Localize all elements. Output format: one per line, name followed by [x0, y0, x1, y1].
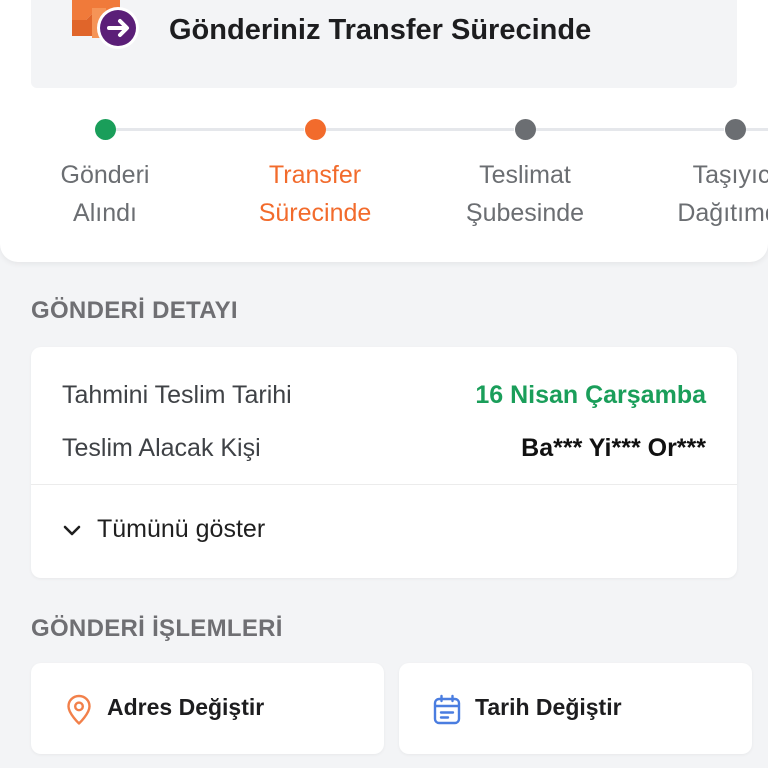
- divider: [31, 484, 737, 485]
- recipient-value: Ba*** Yi*** Or***: [521, 434, 706, 462]
- step-dot-received: [95, 119, 116, 140]
- step-dot-branch: [515, 119, 536, 140]
- step-label-line: Sürecinde: [258, 199, 372, 227]
- shipment-details-card: Tahmini Teslim Tarihi 16 Nisan Çarşamba …: [31, 347, 737, 578]
- step-label-line: Dağıtımda: [677, 199, 768, 227]
- step-label-line: Taşıyıcı: [692, 161, 768, 189]
- recipient-label: Teslim Alacak Kişi: [62, 434, 261, 462]
- track-connector: [326, 128, 514, 131]
- step-label-received: Gönderi Alındı: [0, 156, 210, 232]
- show-all-label: Tümünü göster: [97, 515, 266, 543]
- show-all-button[interactable]: Tümünü göster: [61, 515, 265, 544]
- step-label-courier: Taşıyıcı Dağıtımda: [630, 156, 768, 232]
- step-label-line: Şubesinde: [465, 199, 585, 227]
- shipment-details-heading: GÖNDERİ DETAYI: [31, 297, 238, 324]
- step-dot-courier: [725, 119, 746, 140]
- step-label-transfer: Transfer Sürecinde: [210, 156, 420, 232]
- tracking-progress: Gönderi Alındı Transfer Sürecinde Teslim…: [0, 0, 768, 262]
- shipment-status-card: Gönderiniz Transfer Sürecinde Gönderi Al…: [0, 0, 768, 262]
- chevron-down-icon: [63, 525, 81, 535]
- calendar-icon: [433, 694, 461, 725]
- track-connector: [746, 128, 768, 131]
- track-connector: [536, 128, 724, 131]
- estimated-delivery-label: Tahmini Teslim Tarihi: [62, 381, 292, 409]
- estimated-delivery-value: 16 Nisan Çarşamba: [475, 381, 706, 409]
- shipment-actions-heading: GÖNDERİ İŞLEMLERİ: [31, 615, 283, 642]
- location-pin-icon: [67, 694, 91, 725]
- step-label-branch: Teslimat Şubesinde: [420, 156, 630, 232]
- change-address-button[interactable]: Adres Değiştir: [31, 663, 384, 754]
- track-connector: [116, 128, 304, 131]
- step-label-line: Alındı: [73, 199, 137, 227]
- step-label-line: Gönderi: [60, 161, 150, 189]
- change-address-label: Adres Değiştir: [107, 694, 265, 720]
- step-label-line: Transfer: [268, 161, 362, 189]
- change-date-button[interactable]: Tarih Değiştir: [399, 663, 752, 754]
- step-label-line: Teslimat: [479, 161, 571, 189]
- change-date-label: Tarih Değiştir: [475, 694, 622, 720]
- step-dot-transfer: [305, 119, 326, 140]
